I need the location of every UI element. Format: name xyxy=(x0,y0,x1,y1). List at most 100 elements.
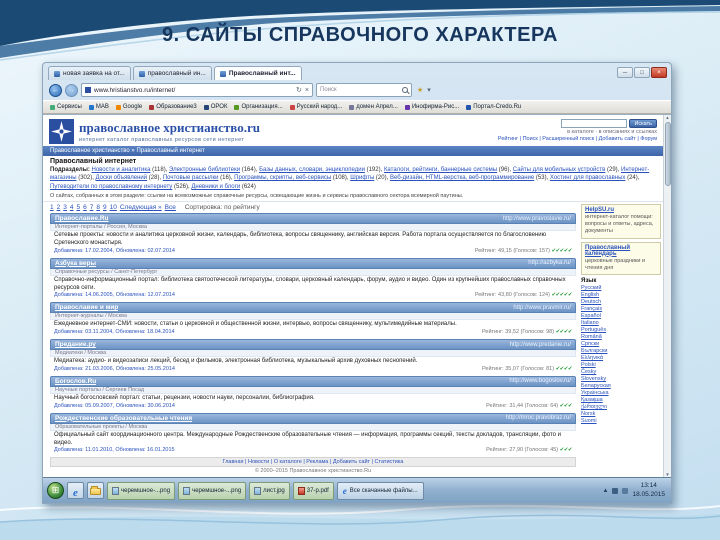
taskbar-file-button[interactable]: 37-p.pdf xyxy=(292,481,334,500)
language-link[interactable]: Español xyxy=(581,313,661,319)
favorites-item[interactable]: ОРОК xyxy=(203,104,227,110)
language-link[interactable]: Italiano xyxy=(581,320,661,326)
category-link[interactable]: Базы данных, словари, энциклопедии xyxy=(259,167,365,173)
language-link[interactable]: Français xyxy=(581,306,661,312)
favorites-item[interactable]: домен Апрел... xyxy=(349,104,398,110)
pagination-page[interactable]: 1 xyxy=(50,204,54,211)
internet-explorer-icon[interactable]: e xyxy=(67,482,84,499)
network-icon[interactable] xyxy=(612,487,619,494)
language-link[interactable]: Deutsch xyxy=(581,299,661,305)
language-link[interactable]: Українська xyxy=(581,390,661,396)
pagination-page[interactable]: 9 xyxy=(103,204,107,211)
footer-links[interactable]: Главная | Новости | О каталоге | Реклама… xyxy=(50,457,576,468)
entry-title-link[interactable]: Рождественские образовательные чтения xyxy=(55,415,192,422)
entry-url-link[interactable]: http://www.pravmir.ru/ xyxy=(513,305,571,311)
hidden-icons-chevron[interactable]: ▲ xyxy=(603,488,609,494)
taskbar-file-button[interactable]: черемшное-...png xyxy=(107,481,176,500)
tools-dropdown-icon[interactable]: ▾ xyxy=(427,86,431,94)
maximize-button[interactable]: □ xyxy=(634,67,650,78)
language-link[interactable]: Беларуская xyxy=(581,383,661,389)
language-link[interactable]: Português xyxy=(581,327,661,333)
category-link[interactable]: Почтовые рассылки xyxy=(163,175,219,181)
sidebar-box-2-title[interactable]: Православный календарь xyxy=(585,245,657,257)
volume-icon[interactable] xyxy=(622,487,629,494)
language-link[interactable]: Српски xyxy=(581,341,661,347)
refresh-icon[interactable]: ↻ xyxy=(296,86,302,94)
entry-title-link[interactable]: Богослов.Ru xyxy=(55,378,96,385)
sidebar-box-2[interactable]: Православный календарь церковные праздни… xyxy=(581,241,661,275)
category-link[interactable]: Электронные библиотеки xyxy=(169,167,240,173)
language-link[interactable]: Русский xyxy=(581,285,661,291)
breadcrumb[interactable]: Православное христианство » Православный… xyxy=(43,146,663,156)
pagination-page[interactable]: 8 xyxy=(96,204,100,211)
forward-button[interactable]: → xyxy=(65,83,78,97)
category-link[interactable]: Сайты для мобильных устройств xyxy=(513,167,606,173)
favorites-item[interactable]: Образование3 xyxy=(149,104,197,110)
pagination-page[interactable]: 4 xyxy=(70,204,74,211)
pagination-page[interactable]: 5 xyxy=(77,204,81,211)
favorites-star-icon[interactable]: ★ xyxy=(417,86,423,94)
language-link[interactable]: Slovensky xyxy=(581,376,661,382)
sidebar-box-1[interactable]: HelpSU.ru интернет-каталог помощи: вопро… xyxy=(581,204,661,239)
entry-url-link[interactable]: http://azbyka.ru/ xyxy=(528,260,571,266)
pagination-page[interactable]: 6 xyxy=(83,204,87,211)
entry-title-link[interactable]: Православие и мир xyxy=(55,304,118,311)
sidebar-box-1-title[interactable]: HelpSU.ru xyxy=(585,207,657,213)
category-link[interactable]: Новости и аналитика xyxy=(92,167,151,173)
tray-clock[interactable]: 13:14 18.05.2015 xyxy=(632,482,665,498)
category-link[interactable]: Шрифты xyxy=(350,175,374,181)
pagination-all[interactable]: Все xyxy=(165,204,176,211)
favorites-item[interactable]: Google xyxy=(115,104,142,110)
search-icon[interactable] xyxy=(402,87,408,93)
category-link[interactable]: Путеводители по православному интернету xyxy=(50,184,172,190)
entry-url-link[interactable]: http://www.predanie.ru/ xyxy=(510,342,571,348)
catalog-search-input[interactable] xyxy=(561,119,628,128)
favorites-item[interactable]: Инофирма-Рис... xyxy=(404,104,459,110)
category-link[interactable]: Каталоги, рейтинги, баннерные системы xyxy=(384,167,497,173)
catalog-search-button[interactable]: Искать xyxy=(629,119,657,128)
header-links[interactable]: Рейтинг | Поиск | Расширенный поиск | До… xyxy=(498,136,657,142)
page-scrollbar[interactable]: ▲ ▼ xyxy=(663,115,671,477)
explorer-folder-icon[interactable] xyxy=(87,482,104,499)
pagination-page[interactable]: 7 xyxy=(90,204,94,211)
entry-url-link[interactable]: http://www.bogoslov.ru/ xyxy=(509,378,571,384)
scrollbar-thumb[interactable] xyxy=(664,122,671,186)
back-button[interactable]: ← xyxy=(49,83,62,97)
close-button[interactable]: × xyxy=(651,67,667,78)
browser-tab[interactable]: православный ин... xyxy=(132,66,212,80)
language-link[interactable]: Қазақша xyxy=(581,397,661,403)
language-link[interactable]: Polski xyxy=(581,362,661,368)
pagination-page[interactable]: 10 xyxy=(110,204,117,211)
language-link[interactable]: Suomi xyxy=(581,418,661,424)
browser-tab[interactable]: Православный инт... xyxy=(213,66,302,80)
category-link[interactable]: Хостинг для православных xyxy=(550,175,626,181)
language-link[interactable]: English xyxy=(581,292,661,298)
category-link[interactable]: Дневники и блоги xyxy=(191,184,240,190)
start-button[interactable]: ⊞ xyxy=(47,482,64,499)
minimize-button[interactable]: ─ xyxy=(617,67,633,78)
language-link[interactable]: Norsk xyxy=(581,411,661,417)
scroll-up-icon[interactable]: ▲ xyxy=(665,115,669,120)
language-link[interactable]: Ελληνικά xyxy=(581,355,661,361)
taskbar-file-button[interactable]: лист.jpg xyxy=(249,481,290,500)
stop-icon[interactable]: × xyxy=(305,87,309,94)
favorites-item[interactable]: Сервисы xyxy=(50,104,82,110)
search-options[interactable]: в каталоге · в описаниях и ссылках xyxy=(498,129,657,135)
favorites-item[interactable]: Русский народ... xyxy=(289,104,342,110)
taskbar-file-button[interactable]: черемшное-...png xyxy=(178,481,247,500)
scroll-down-icon[interactable]: ▼ xyxy=(665,472,669,477)
entry-title-link[interactable]: Предание.ру xyxy=(55,341,96,348)
language-link[interactable]: Български xyxy=(581,348,661,354)
pagination-next[interactable]: Следующая » xyxy=(120,204,162,211)
entry-title-link[interactable]: Православие.Ru xyxy=(55,215,109,222)
sort-control[interactable]: Сортировка: по рейтингу xyxy=(185,204,260,211)
entry-title-link[interactable]: Азбука веры xyxy=(55,260,96,267)
entry-url-link[interactable]: http://www.pravoslavie.ru/ xyxy=(503,216,571,222)
all-downloads-button[interactable]: e Все скачанные файлы... xyxy=(336,481,424,500)
url-field[interactable]: www.hristianstvo.ru/internet/ ↻ × xyxy=(81,83,313,97)
entry-url-link[interactable]: http://mroc.pravobraz.ru/ xyxy=(506,415,571,421)
pagination-page[interactable]: 3 xyxy=(63,204,67,211)
search-input[interactable]: Поиск xyxy=(316,83,412,97)
category-link[interactable]: Веб-дизайн, HTML-верстка, веб-программир… xyxy=(390,175,534,181)
url-text[interactable]: www.hristianstvo.ru/internet/ xyxy=(94,87,293,94)
